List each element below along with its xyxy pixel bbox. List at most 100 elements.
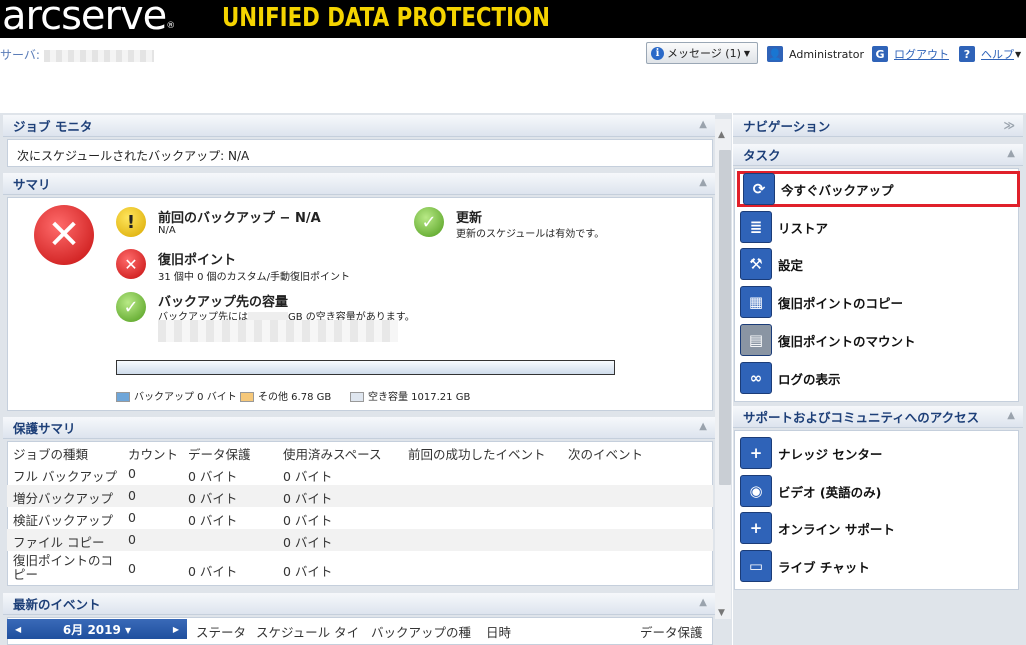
col-header: スケジュール タイ	[256, 625, 360, 640]
help-icon: ?	[959, 46, 975, 62]
table-cell: ファイル コピー	[13, 535, 105, 550]
product-name: UNIFIED DATA PROTECTION	[222, 3, 550, 33]
chevron-down-icon: ▼	[1015, 49, 1022, 59]
last-backup-sub: N/A	[158, 225, 176, 236]
collapse-icon[interactable]: ▲	[699, 421, 707, 432]
table-cell: フル バックアップ	[13, 469, 117, 484]
user-icon: 👤	[767, 46, 783, 62]
help-link[interactable]: ヘルプ	[981, 46, 1014, 62]
protection-header: 保護サマリ ▲	[3, 417, 715, 439]
task-copy-recovery[interactable]: ▦ 復旧ポイントのコピー	[737, 284, 1020, 320]
collapse-icon[interactable]: ▲	[699, 177, 707, 188]
col-header: データ保護	[188, 447, 251, 462]
col-header: 使用済みスペース	[283, 447, 382, 462]
mount-icon: ▤	[740, 324, 772, 356]
last-backup-title: 前回のバックアップ − N/A	[158, 211, 321, 226]
table-cell: 0 バイト	[283, 513, 333, 528]
col-header: バックアップの種	[371, 625, 472, 640]
server-label: サーバ:	[0, 46, 154, 63]
job-monitor-body: 次にスケジュールされたバックアップ: N/A	[7, 139, 713, 167]
tasks-header: タスク ▲	[733, 144, 1023, 166]
table-cell: 増分バックアップ	[13, 491, 114, 506]
table-cell: 0 バイト	[283, 491, 333, 506]
support-chat[interactable]: ▭ ライブ チャット	[737, 548, 1020, 584]
prev-month-icon[interactable]: ◀	[15, 625, 21, 634]
legend-free: 空き容量 1017.21 GB	[350, 388, 470, 403]
table-cell: 0	[128, 510, 136, 525]
next-month-icon[interactable]: ▶	[173, 625, 179, 634]
legend-backup: バックアップ 0 バイト	[116, 388, 237, 403]
chat-icon: ▭	[740, 550, 772, 582]
task-mount-recovery[interactable]: ▤ 復旧ポイントのマウント	[737, 322, 1020, 358]
table-cell: 0 バイト	[188, 469, 238, 484]
logout-link[interactable]: ログアウト	[894, 46, 949, 62]
user-area: 👤 Administrator G ログアウト ? ヘルプ ▼	[767, 46, 1021, 62]
table-cell: 0 バイト	[283, 564, 333, 579]
summary-body	[7, 197, 713, 411]
calendar-nav[interactable]: ◀ 6月 2019 ▾ ▶	[7, 619, 187, 639]
brand-logo: arcserve®	[2, 0, 175, 39]
col-header: 日時	[486, 625, 512, 640]
table-cell: 0 バイト	[188, 564, 238, 579]
info-icon: i	[651, 46, 664, 60]
scroll-up-icon[interactable]: ▲	[718, 130, 725, 140]
error-icon: ✕	[116, 249, 146, 279]
collapse-icon[interactable]: ▲	[1007, 410, 1015, 421]
task-restore[interactable]: ≣ リストア	[737, 209, 1020, 245]
scroll-down-icon[interactable]: ▼	[718, 608, 725, 618]
redacted-path	[158, 320, 398, 342]
col-header: ステータ	[196, 625, 247, 640]
support-online[interactable]: + オンライン サポート	[737, 510, 1020, 546]
scroll-thumb[interactable]	[719, 150, 731, 485]
task-settings[interactable]: ⚒ 設定	[737, 246, 1020, 282]
table-cell: 0 バイト	[283, 469, 333, 484]
support-header: サポートおよびコミュニティへのアクセス ▲	[733, 406, 1023, 428]
checkmark-icon: ✓	[116, 292, 146, 322]
table-cell: 0 バイト	[188, 513, 238, 528]
expand-icon[interactable]: ≫	[1003, 119, 1015, 132]
table-cell: 検証バックアップ	[13, 513, 114, 528]
restore-icon: ≣	[740, 211, 772, 243]
legend-other: その他 6.78 GB	[240, 388, 331, 403]
online-support-icon: +	[740, 512, 772, 544]
col-header: カウント	[128, 447, 179, 462]
wrench-icon: ⚒	[740, 248, 772, 280]
month-label[interactable]: 6月 2019 ▾	[63, 621, 131, 638]
warning-icon: !	[116, 207, 146, 237]
logout-icon: G	[872, 46, 888, 62]
collapse-icon[interactable]: ▲	[699, 119, 707, 130]
task-backup-now[interactable]: ⟳ 今すぐバックアップ	[737, 171, 1020, 207]
knowledge-icon: +	[740, 437, 772, 469]
recovery-sub: 31 個中 0 個のカスタム/手動復旧ポイント	[158, 272, 350, 283]
update-sub: 更新のスケジュールは有効です。	[456, 229, 605, 240]
col-header: データ保護	[640, 625, 703, 640]
capacity-bar	[116, 360, 615, 375]
events-header: 最新のイベント ▲	[3, 593, 715, 615]
support-knowledge[interactable]: + ナレッジ センター	[737, 435, 1020, 471]
nav-header: ナビゲーション ≫	[733, 115, 1023, 137]
video-icon: ◉	[740, 475, 772, 507]
user-name: Administrator	[789, 47, 864, 61]
collapse-icon[interactable]: ▲	[1007, 148, 1015, 159]
table-cell: 0	[128, 532, 136, 547]
chevron-down-icon: ▼	[743, 48, 751, 58]
table-cell: 復旧ポイントのコピー	[13, 553, 114, 582]
top-banner: arcserve® UNIFIED DATA PROTECTION	[0, 0, 1026, 38]
support-video[interactable]: ◉ ビデオ (英語のみ)	[737, 473, 1020, 509]
col-header: 次のイベント	[568, 447, 644, 462]
table-cell: 0	[128, 466, 136, 481]
job-monitor-header: ジョブ モニタ ▲	[3, 115, 715, 137]
update-title: 更新	[456, 211, 483, 226]
task-view-logs[interactable]: ∞ ログの表示	[737, 360, 1020, 396]
col-header: ジョブの種類	[13, 447, 89, 462]
backup-now-icon: ⟳	[743, 173, 775, 205]
recovery-title: 復旧ポイント	[158, 253, 237, 268]
table-cell: 0	[128, 488, 136, 503]
col-header: 前回の成功したイベント	[408, 447, 546, 462]
checkmark-icon: ✓	[414, 207, 444, 237]
error-status-icon: ✕	[34, 205, 94, 265]
messages-button[interactable]: i メッセージ (1) ▼	[646, 42, 758, 64]
collapse-icon[interactable]: ▲	[699, 597, 707, 608]
table-cell: 0 バイト	[283, 535, 333, 550]
table-cell: 0	[128, 561, 136, 576]
